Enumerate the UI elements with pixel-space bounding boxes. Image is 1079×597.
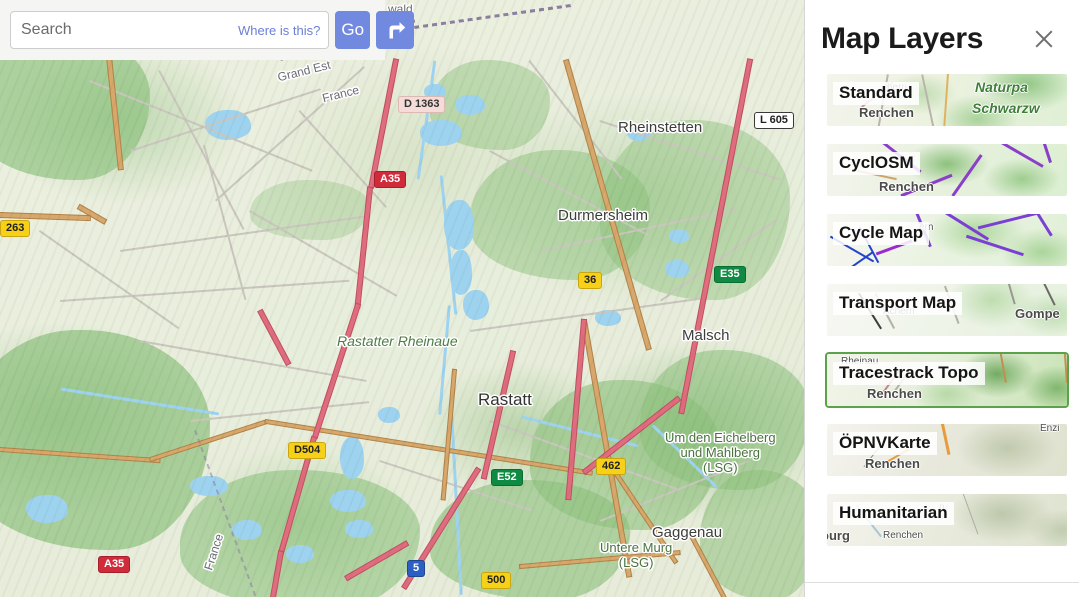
layer-option-tracestrack-topo[interactable]: Rheinau Renchen Tracestrack Topo: [825, 352, 1069, 408]
layer-label: Humanitarian: [833, 502, 954, 525]
search-input[interactable]: [11, 12, 238, 48]
road-shield: E52: [491, 469, 523, 486]
layer-label: Tracestrack Topo: [833, 362, 985, 385]
osm-map-page: Rheinstetten Durmersheim Malsch Rastatt Gagg…: [0, 0, 1079, 597]
map-layers-panel: Map Layers hern Renchen Naturpa Schwarzw…: [804, 0, 1079, 597]
layer-option-standard[interactable]: hern Renchen Naturpa Schwarzw Standard: [825, 72, 1069, 128]
road-shield: D 1363: [398, 96, 446, 113]
road-shield: 263: [0, 220, 31, 237]
road-shield: L 605: [754, 112, 794, 129]
road-shield: 500: [481, 572, 512, 589]
panel-header: Map Layers: [805, 0, 1079, 62]
directions-button[interactable]: [376, 11, 415, 49]
go-button[interactable]: Go: [335, 11, 371, 49]
hillshade-overlay: [0, 0, 805, 597]
thumb-caption: Renchen: [865, 456, 920, 471]
close-icon[interactable]: [1031, 26, 1057, 52]
where-is-this-link[interactable]: Where is this?: [238, 23, 328, 38]
layer-option-cycle-map[interactable]: ern Cycle Map: [825, 212, 1069, 268]
thumb-caption: Renchen: [867, 386, 922, 401]
layer-option-cyclosm[interactable]: Renchen CyclOSM: [825, 142, 1069, 198]
map-canvas[interactable]: Rheinstetten Durmersheim Malsch Rastatt Gagg…: [0, 0, 805, 597]
thumb-caption: Gompe: [1015, 306, 1060, 321]
layer-label: Cycle Map: [833, 222, 930, 245]
page-title: Map Layers: [821, 22, 984, 55]
layer-option-opnvkarte[interactable]: n Renchen Enzi ÖPNVKarte: [825, 422, 1069, 478]
thumb-caption: Enzi: [1040, 424, 1060, 434]
thumb-caption: Renchen: [859, 105, 914, 120]
road-shield: 5: [407, 560, 426, 577]
map-viewport[interactable]: Rheinstetten Durmersheim Malsch Rastatt Gagg…: [0, 0, 805, 597]
thumb-caption: Naturpa: [975, 79, 1028, 95]
search-field-wrapper[interactable]: Where is this?: [10, 11, 330, 49]
thumb-caption: ourg: [827, 528, 850, 543]
layer-label: ÖPNVKarte: [833, 432, 937, 455]
thumb-caption: Renchen: [883, 530, 924, 541]
layer-option-humanitarian[interactable]: n ourg Renchen Humanitarian: [825, 492, 1069, 548]
layer-label: Standard: [833, 82, 919, 105]
road-shield: 36: [578, 272, 603, 289]
layer-option-transport-map[interactable]: Achern Gompe Transport Map: [825, 282, 1069, 338]
layer-label: CyclOSM: [833, 152, 920, 175]
thumb-caption: Renchen: [879, 179, 934, 194]
thumb-caption: Schwarzw: [972, 100, 1040, 116]
layer-label: Transport Map: [833, 292, 963, 315]
panel-footer-divider: [805, 582, 1079, 597]
layer-list: hern Renchen Naturpa Schwarzw Standard R…: [805, 62, 1079, 582]
directions-icon: [388, 19, 407, 40]
search-bar: Where is this? Go: [0, 0, 415, 60]
road-shield: A35: [374, 171, 407, 188]
road-shield: 462: [596, 458, 627, 475]
road-shield: E35: [714, 266, 746, 283]
road-shield: D504: [288, 442, 327, 459]
road-shield: A35: [98, 556, 131, 573]
